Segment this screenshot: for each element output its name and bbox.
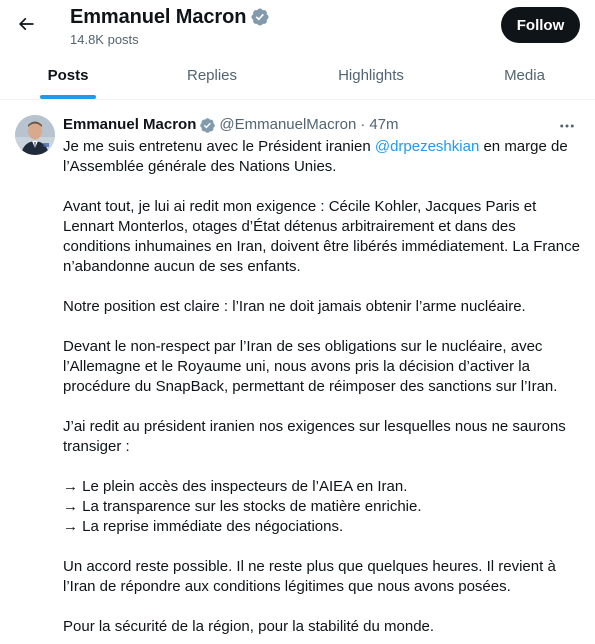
- profile-header: Emmanuel Macron 14.8K posts Follow: [0, 0, 595, 50]
- tweet-paragraph: Pour la sécurité de la région, pour la s…: [63, 618, 435, 635]
- arrow-left-icon: [18, 17, 34, 31]
- mention-link[interactable]: @drpezeshkian: [375, 138, 479, 155]
- more-options-button[interactable]: [553, 115, 581, 137]
- follow-button[interactable]: Follow: [501, 7, 580, 43]
- list-item: → La reprise immédiate des négociations.: [63, 518, 344, 535]
- author-handle[interactable]: @EmmanuelMacron: [219, 115, 356, 135]
- tweet-paragraph: Devant le non-respect par l’Iran de ses …: [63, 338, 558, 395]
- back-button[interactable]: [10, 8, 42, 40]
- tab-posts[interactable]: Posts: [0, 51, 136, 99]
- tweet-timestamp[interactable]: 47m: [369, 115, 398, 135]
- tweet-header: Emmanuel Macron @EmmanuelMacron · 47m: [63, 115, 399, 135]
- tab-label: Posts: [47, 66, 89, 84]
- avatar[interactable]: [15, 115, 55, 155]
- profile-title-block: Emmanuel Macron 14.8K posts: [70, 6, 270, 48]
- tab-replies[interactable]: Replies: [136, 51, 288, 99]
- author-name[interactable]: Emmanuel Macron: [63, 115, 196, 135]
- avatar-image: [15, 115, 55, 155]
- list-item: → La transparence sur les stocks de mati…: [63, 498, 422, 515]
- tab-media[interactable]: Media: [454, 51, 595, 99]
- tweet-paragraph: Notre position est claire : l’Iran ne do…: [63, 298, 526, 315]
- tweet-paragraph: Un accord reste possible. Il ne reste pl…: [63, 558, 556, 595]
- verified-badge-icon: [200, 117, 216, 133]
- tab-highlights[interactable]: Highlights: [288, 51, 454, 99]
- list-item: → Le plein accès des inspecteurs de l’AI…: [63, 478, 408, 495]
- tweet-paragraph: Avant tout, je lui ai redit mon exigence…: [63, 198, 580, 275]
- tweet-paragraph: Je me suis entretenu avec le Président i…: [63, 137, 583, 177]
- more-horizontal-icon: [560, 124, 574, 128]
- tab-label: Media: [504, 66, 545, 84]
- tab-label: Replies: [186, 66, 238, 84]
- profile-name: Emmanuel Macron: [70, 6, 247, 28]
- active-tab-indicator: [40, 95, 96, 99]
- verified-badge-icon: [251, 8, 269, 26]
- tab-label: Highlights: [338, 66, 404, 84]
- tweet-paragraph: J’ai redit au président iranien nos exig…: [63, 418, 566, 455]
- tweet[interactable]: Emmanuel Macron @EmmanuelMacron · 47m Je…: [0, 101, 595, 644]
- separator-dot: ·: [360, 116, 366, 133]
- post-count: 14.8K posts: [70, 32, 139, 47]
- profile-tabs: Posts Replies Highlights Media: [0, 51, 595, 100]
- paragraph-text: Je me suis entretenu avec le Président i…: [63, 138, 375, 155]
- tweet-text: Je me suis entretenu avec le Président i…: [63, 137, 583, 644]
- tweet-list: → Le plein accès des inspecteurs de l’AI…: [63, 477, 583, 537]
